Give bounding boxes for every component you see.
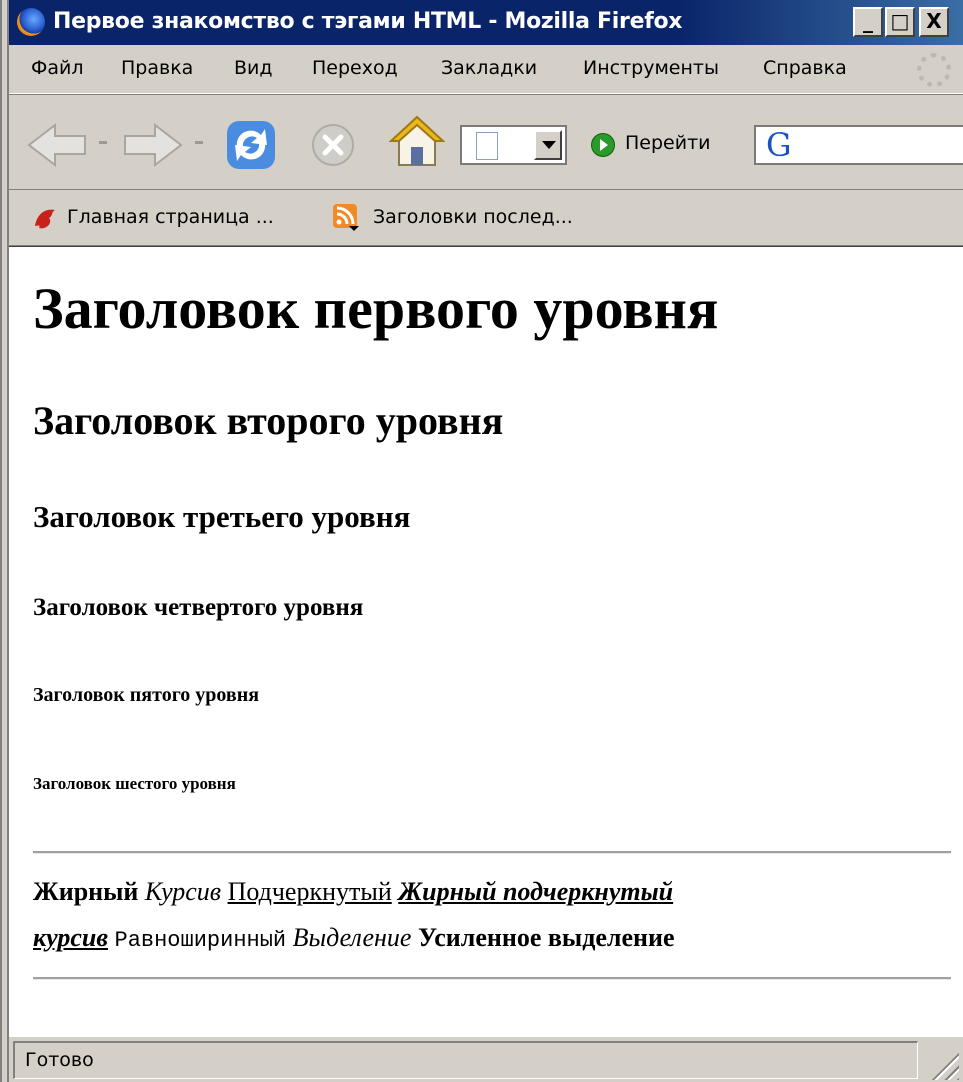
- text-line-1: Жирный Курсив Подчеркнутый Жирный подчер…: [33, 877, 673, 907]
- emphasis-text: Выделение: [292, 923, 412, 952]
- italic-text: Курсив: [144, 877, 222, 906]
- menu-bar: Файл Правка Вид Переход Закладки Инструм…: [9, 45, 963, 94]
- close-button[interactable]: X: [919, 7, 949, 37]
- navigation-toolbar: Перейти G: [9, 94, 963, 190]
- resize-grip-icon[interactable]: [929, 1050, 959, 1080]
- bold-underline-italic-text-cont: курсив: [33, 923, 108, 952]
- bookmark-home[interactable]: Главная страница ...: [67, 206, 274, 228]
- bookmark-headlines[interactable]: Заголовки послед...: [373, 206, 573, 228]
- heading-5: Заголовок пятого уровня: [33, 684, 260, 706]
- horizontal-rule-2: [33, 977, 951, 980]
- search-input[interactable]: G: [754, 125, 963, 165]
- bookmarks-toolbar: Главная страница ... Заголовки послед...: [9, 190, 963, 246]
- firefox-logo-icon: [17, 8, 45, 36]
- firefox-bookmark-icon: [35, 209, 55, 229]
- url-bar[interactable]: [460, 125, 567, 165]
- google-search-icon[interactable]: G: [766, 127, 792, 163]
- menu-go[interactable]: Переход: [312, 57, 398, 79]
- menu-tools[interactable]: Инструменты: [583, 57, 719, 79]
- back-dropdown-icon[interactable]: [99, 141, 107, 144]
- browser-window: Первое знакомство с тэгами HTML - Mozill…: [0, 0, 963, 1082]
- heading-1: Заголовок первого уровня: [33, 276, 719, 341]
- throbber-icon: [917, 53, 951, 87]
- underlined-text: Подчеркнутый: [227, 877, 392, 906]
- menu-view[interactable]: Вид: [234, 57, 273, 79]
- maximize-button[interactable]: □: [885, 7, 915, 37]
- page-content: Заголовок первого уровня Заголовок второ…: [9, 246, 963, 1036]
- forward-dropdown-icon[interactable]: [195, 141, 203, 144]
- menu-file[interactable]: Файл: [31, 57, 84, 79]
- bold-text: Жирный: [33, 877, 139, 906]
- title-bar[interactable]: Первое знакомство с тэгами HTML - Mozill…: [9, 0, 963, 45]
- bold-underline-italic-text: Жирный подчеркнутый: [398, 877, 674, 906]
- window-title: Первое знакомство с тэгами HTML - Mozill…: [53, 9, 683, 34]
- go-label: Перейти: [625, 132, 711, 154]
- home-icon[interactable]: [389, 113, 445, 171]
- heading-4: Заголовок четвертого уровня: [33, 594, 364, 621]
- monospace-text: Равноширинный: [114, 928, 287, 953]
- heading-2: Заголовок второго уровня: [33, 398, 504, 443]
- heading-6: Заголовок шестого уровня: [33, 774, 236, 793]
- strong-text: Усиленное выделение: [417, 923, 675, 952]
- horizontal-rule: [33, 851, 951, 854]
- forward-arrow-icon[interactable]: [121, 121, 185, 169]
- window-left-border: [0, 0, 9, 1082]
- reload-icon[interactable]: [223, 117, 279, 173]
- back-arrow-icon[interactable]: [25, 121, 89, 169]
- text-line-2: курсив Равноширинный Выделение Усиленное…: [33, 923, 675, 953]
- url-dropdown-button[interactable]: [534, 130, 562, 160]
- status-panel: Готово: [13, 1041, 918, 1079]
- stop-icon[interactable]: [309, 121, 357, 169]
- status-text: Готово: [25, 1049, 94, 1071]
- status-bar: Готово: [9, 1036, 963, 1082]
- go-arrow-icon: [591, 133, 615, 157]
- menu-bookmarks[interactable]: Закладки: [441, 57, 537, 79]
- page-icon: [476, 132, 498, 160]
- menu-help[interactable]: Справка: [763, 57, 847, 79]
- minimize-button[interactable]: _: [853, 7, 883, 37]
- rss-feed-icon: [333, 204, 359, 231]
- menu-edit[interactable]: Правка: [121, 57, 193, 79]
- heading-3: Заголовок третьего уровня: [33, 499, 411, 534]
